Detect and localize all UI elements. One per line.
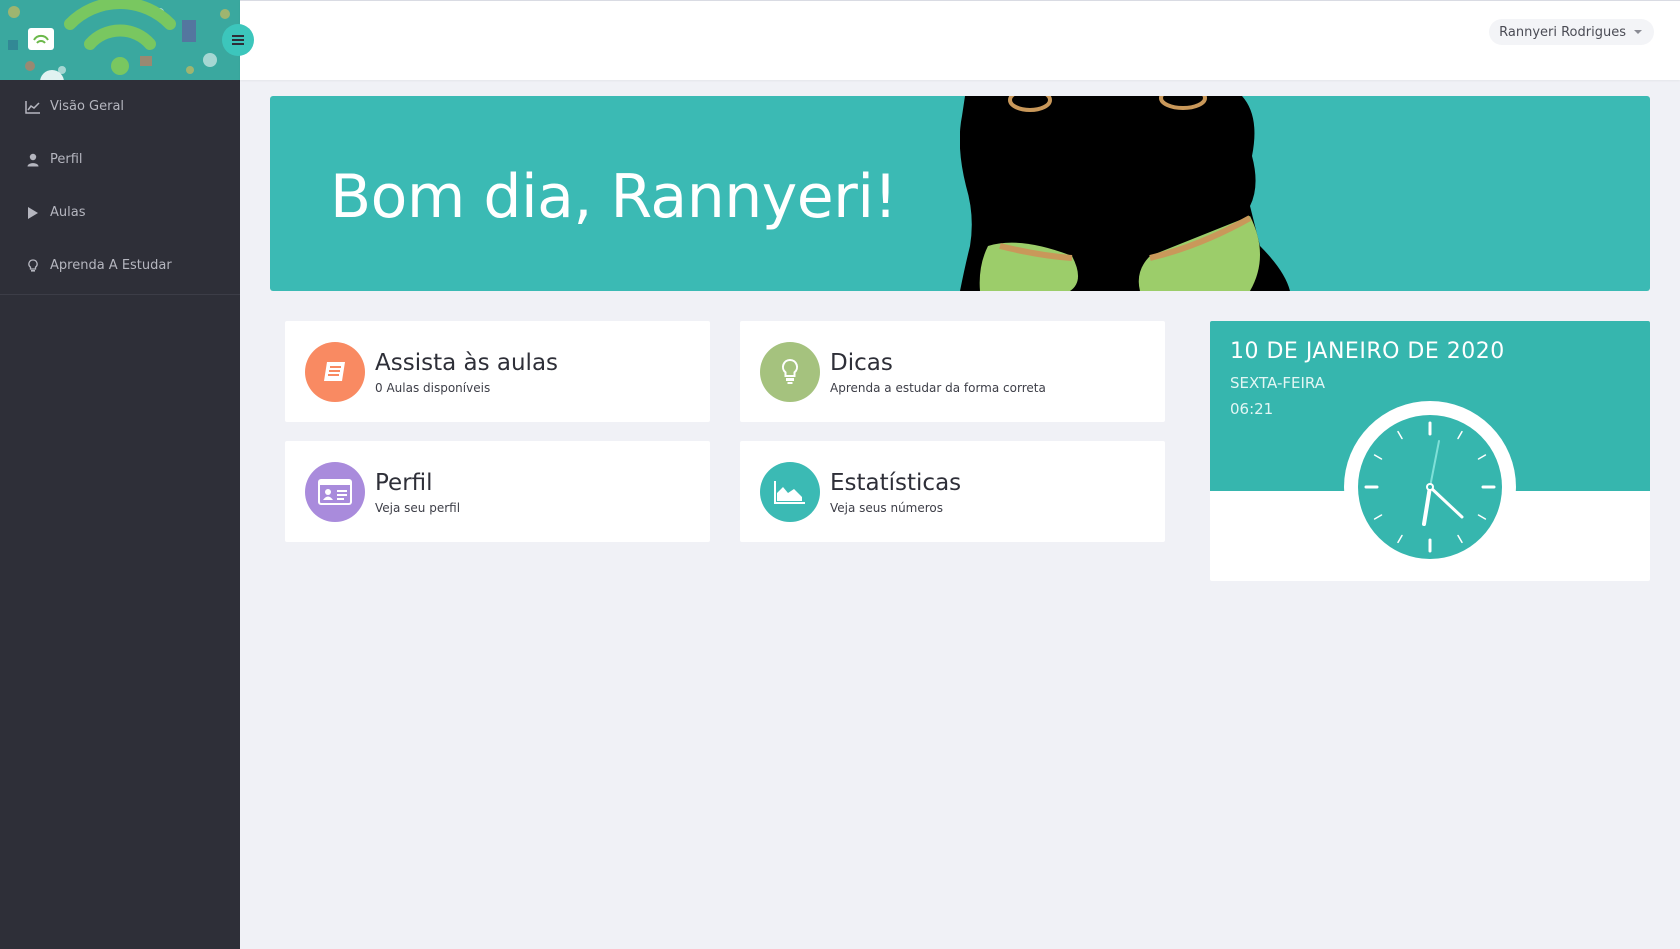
card-estatisticas[interactable]: Estatísticas Veja seus números (740, 441, 1165, 542)
hamburger-icon (232, 33, 244, 47)
nav-divider (0, 294, 240, 295)
user-icon (24, 153, 42, 167)
play-icon (24, 206, 42, 220)
line-chart-icon (24, 100, 42, 114)
welcome-banner: Bom dia, Rannyeri! (270, 96, 1650, 291)
hero-illustration-icon (960, 96, 1290, 291)
sidebar-item-label: Visão Geral (50, 99, 125, 114)
user-name: Rannyeri Rodrigues (1499, 24, 1626, 40)
card-subtitle: Veja seu perfil (375, 500, 461, 515)
wifi-logo-icon (0, 0, 240, 80)
caret-down-icon (1634, 30, 1642, 34)
sidebar-item-label: Perfil (50, 152, 83, 167)
card-subtitle: 0 Aulas disponíveis (375, 380, 491, 395)
sidebar: Visão Geral Perfil Aulas Aprenda A Estud… (0, 0, 254, 949)
current-date: 10 DE JANEIRO DE 2020 (1230, 339, 1505, 364)
current-weekday: SEXTA-FEIRA (1230, 374, 1325, 392)
card-title: Assista às aulas (375, 349, 559, 376)
card-perfil[interactable]: Perfil Veja seu perfil (285, 441, 710, 542)
sidebar-item-aulas[interactable]: Aulas (0, 186, 240, 239)
sidebar-item-visao-geral[interactable]: Visão Geral (0, 80, 240, 133)
area-chart-icon (760, 461, 820, 522)
sidebar-nav: Visão Geral Perfil Aulas Aprenda A Estud… (0, 80, 240, 295)
logo[interactable] (0, 0, 240, 80)
menu-toggle-button[interactable] (222, 24, 254, 56)
card-title: Dicas (830, 349, 893, 376)
greeting-heading: Bom dia, Rannyeri! (330, 162, 898, 232)
card-subtitle: Aprenda a estudar da forma correta (830, 380, 1046, 395)
sidebar-item-perfil[interactable]: Perfil (0, 133, 240, 186)
analog-clock-icon (1344, 401, 1516, 573)
lightbulb-icon (24, 258, 42, 273)
card-title: Perfil (375, 469, 433, 496)
sidebar-item-label: Aulas (50, 205, 86, 220)
id-card-icon (305, 461, 365, 522)
card-title: Estatísticas (830, 469, 962, 496)
card-dicas[interactable]: Dicas Aprenda a estudar da forma correta (740, 321, 1165, 422)
user-menu-dropdown[interactable]: Rannyeri Rodrigues (1489, 19, 1654, 45)
top-bar: Rannyeri Rodrigues (240, 0, 1680, 80)
card-aulas[interactable]: Assista às aulas 0 Aulas disponíveis (285, 321, 710, 422)
date-clock-widget: 10 DE JANEIRO DE 2020 SEXTA-FEIRA 06:21 (1210, 321, 1650, 581)
lightbulb-icon (760, 341, 820, 402)
book-icon (305, 341, 365, 402)
sidebar-item-label: Aprenda A Estudar (50, 258, 172, 273)
sidebar-item-aprenda-a-estudar[interactable]: Aprenda A Estudar (0, 239, 240, 292)
card-subtitle: Veja seus números (830, 500, 944, 515)
